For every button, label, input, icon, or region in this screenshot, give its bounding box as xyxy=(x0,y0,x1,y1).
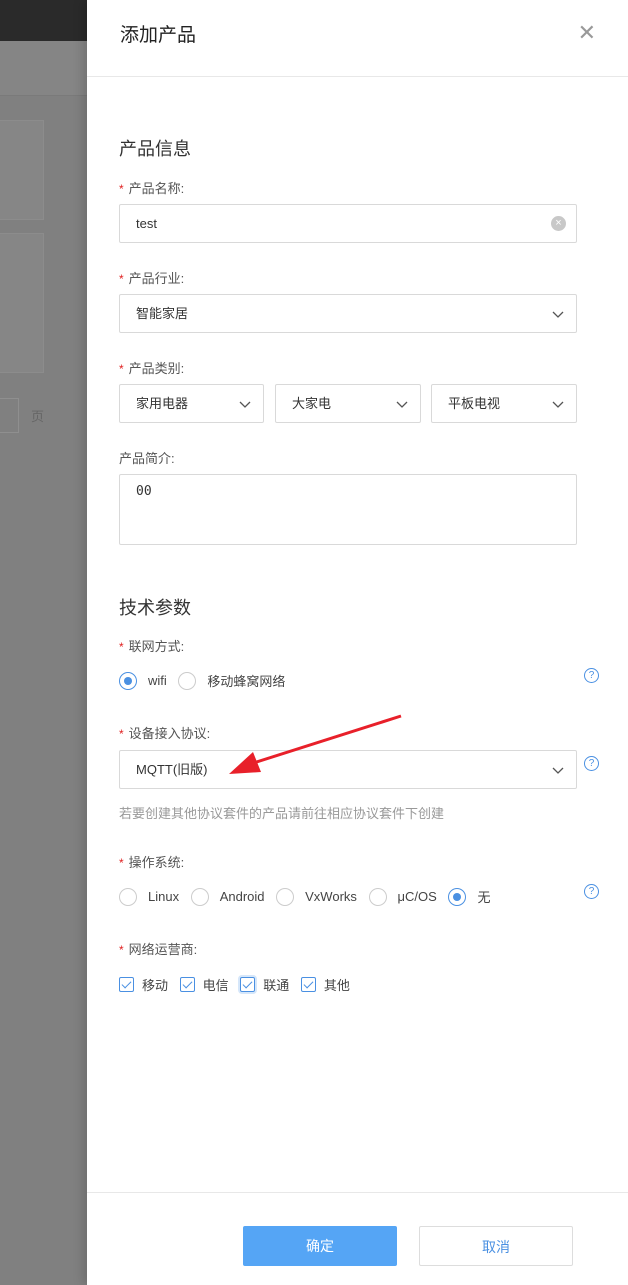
help-icon[interactable]: ? xyxy=(584,668,599,683)
close-icon[interactable]: ✕ xyxy=(578,20,596,46)
description-label: 产品简介: xyxy=(119,451,175,466)
product-name-input[interactable]: test × xyxy=(119,204,577,243)
background-card xyxy=(0,120,44,220)
drawer-header: 添加产品 ✕ xyxy=(87,0,628,77)
background-card xyxy=(0,233,44,373)
carrier-label: * 网络运营商: xyxy=(119,942,198,957)
category-select-3[interactable]: 平板电视 xyxy=(431,384,577,423)
help-icon[interactable]: ? xyxy=(584,756,599,771)
radio-cellular[interactable]: 移动蜂窝网络 xyxy=(178,671,285,690)
section-tech-params: 技术参数 xyxy=(119,598,191,618)
annotation-arrow xyxy=(229,714,402,774)
radio-android[interactable]: Android xyxy=(190,887,265,906)
network-radio-group: wifi 移动蜂窝网络 xyxy=(119,671,293,693)
category-select-1[interactable]: 家用电器 xyxy=(119,384,264,423)
checkbox-mobile[interactable]: 移动 xyxy=(119,975,168,994)
chevron-down-icon xyxy=(396,385,408,422)
protocol-label: * 设备接入协议: xyxy=(119,726,211,741)
background-toolbar xyxy=(0,41,87,96)
chevron-down-icon xyxy=(552,295,564,332)
background-page-input xyxy=(0,398,19,433)
name-label: * 产品名称: xyxy=(119,181,185,196)
radio-wifi[interactable]: wifi xyxy=(119,671,167,690)
checkbox-other[interactable]: 其他 xyxy=(300,975,350,994)
confirm-button[interactable]: 确定 xyxy=(243,1226,397,1266)
network-label: * 联网方式: xyxy=(119,639,185,654)
category-label: * 产品类别: xyxy=(119,361,185,376)
radio-linux[interactable]: Linux xyxy=(119,887,179,906)
chevron-down-icon xyxy=(239,385,251,422)
clear-icon[interactable]: × xyxy=(551,216,566,231)
protocol-hint: 若要创建其他协议套件的产品请前往相应协议套件下创建 xyxy=(119,806,445,821)
checkbox-telecom[interactable]: 电信 xyxy=(179,975,229,994)
description-textarea[interactable]: 00 xyxy=(119,474,577,545)
chevron-down-icon xyxy=(552,751,564,788)
drawer-footer-divider xyxy=(87,1192,628,1193)
chevron-down-icon xyxy=(552,385,564,422)
industry-select[interactable]: 智能家居 xyxy=(119,294,577,333)
radio-ucos[interactable]: μC/OS xyxy=(368,887,437,906)
industry-label: * 产品行业: xyxy=(119,271,185,286)
radio-vxworks[interactable]: VxWorks xyxy=(276,887,357,906)
cancel-button[interactable]: 取消 xyxy=(419,1226,573,1266)
category-select-2[interactable]: 大家电 xyxy=(275,384,421,423)
radio-none[interactable]: 无 xyxy=(448,887,490,906)
add-product-drawer: 添加产品 ✕ 产品信息 * 产品名称: test × * 产品行业: 智能家居 * 产品… xyxy=(87,0,628,1285)
carrier-checkbox-group: 移动 电信 联通 其他 xyxy=(119,975,358,995)
section-product-info: 产品信息 xyxy=(119,139,191,159)
os-label: * 操作系统: xyxy=(119,855,185,870)
background-page-label: 页 xyxy=(31,409,45,424)
checkbox-unicom[interactable]: 联通 xyxy=(240,975,289,994)
help-icon[interactable]: ? xyxy=(584,884,599,899)
os-radio-group: Linux Android VxWorks μC/OS 无 xyxy=(119,887,498,909)
background-topbar xyxy=(0,0,87,41)
drawer-title: 添加产品 xyxy=(120,25,197,46)
